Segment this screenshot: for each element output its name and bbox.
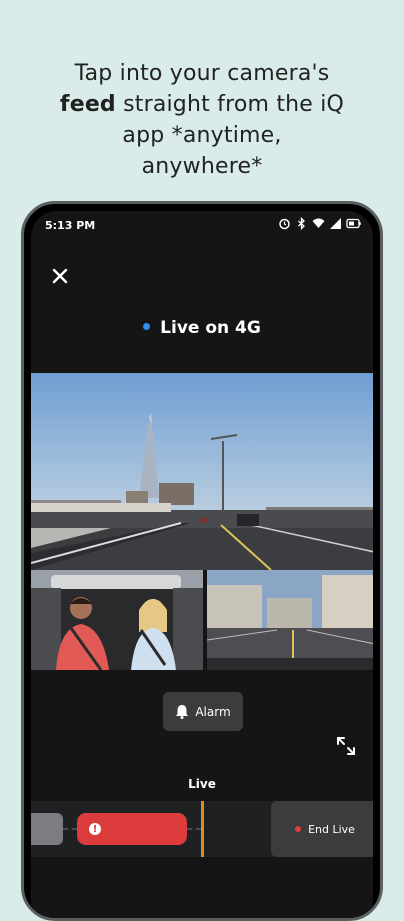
alarm-icon	[278, 217, 291, 230]
bell-icon	[176, 705, 189, 719]
headline-line3: app *anytime,	[122, 123, 282, 148]
marketing-headline: Tap into your camera's feed straight fro…	[0, 58, 404, 182]
timeline-live-label: Live	[188, 777, 216, 791]
close-icon	[52, 268, 68, 284]
headline-line1: Tap into your camera's	[74, 61, 330, 86]
alarm-button[interactable]: Alarm	[163, 692, 243, 731]
playback-timeline[interactable]: ! End Live	[31, 801, 373, 857]
timeline-playhead[interactable]	[201, 801, 204, 857]
front-camera-feed[interactable]	[31, 373, 373, 570]
signal-icon	[329, 217, 342, 230]
timeline-event-segment[interactable]: !	[77, 813, 187, 845]
end-live-label: End Live	[308, 822, 355, 836]
close-button[interactable]	[49, 265, 71, 287]
end-live-button[interactable]: End Live	[271, 801, 373, 857]
phone-screen: 5:13 PM Live on 4G Alarm Live ! End Live	[31, 211, 373, 918]
headline-line2: straight from the iQ	[115, 92, 345, 117]
secondary-feeds	[31, 570, 373, 670]
rear-camera-feed[interactable]	[206, 570, 373, 670]
live-indicator-dot	[143, 322, 151, 330]
rear-scene-image	[206, 570, 373, 670]
status-time: 5:13 PM	[45, 219, 96, 232]
wifi-icon	[312, 217, 325, 230]
status-icons	[278, 216, 361, 231]
cabin-scene-image	[31, 570, 203, 670]
battery-icon	[346, 217, 361, 230]
warning-icon: !	[89, 823, 101, 835]
live-status-title: Live on 4G	[31, 318, 373, 338]
bluetooth-icon	[295, 216, 308, 231]
timeline-recording-segment[interactable]	[31, 813, 63, 845]
status-bar: 5:13 PM	[31, 211, 373, 237]
alarm-label: Alarm	[195, 704, 231, 719]
timeline-gap	[63, 828, 77, 830]
live-title-text: Live on 4G	[160, 318, 261, 338]
headline-bold-word: feed	[59, 92, 116, 117]
cabin-camera-feed[interactable]	[31, 570, 204, 670]
fullscreen-button[interactable]	[335, 735, 357, 757]
expand-icon	[337, 737, 355, 755]
phone-frame: 5:13 PM Live on 4G Alarm Live ! End Live	[21, 201, 383, 921]
record-dot-icon	[295, 826, 302, 832]
headline-line4: anywhere*	[141, 154, 263, 179]
timeline-gap	[187, 828, 201, 830]
road-scene-image	[31, 373, 373, 570]
